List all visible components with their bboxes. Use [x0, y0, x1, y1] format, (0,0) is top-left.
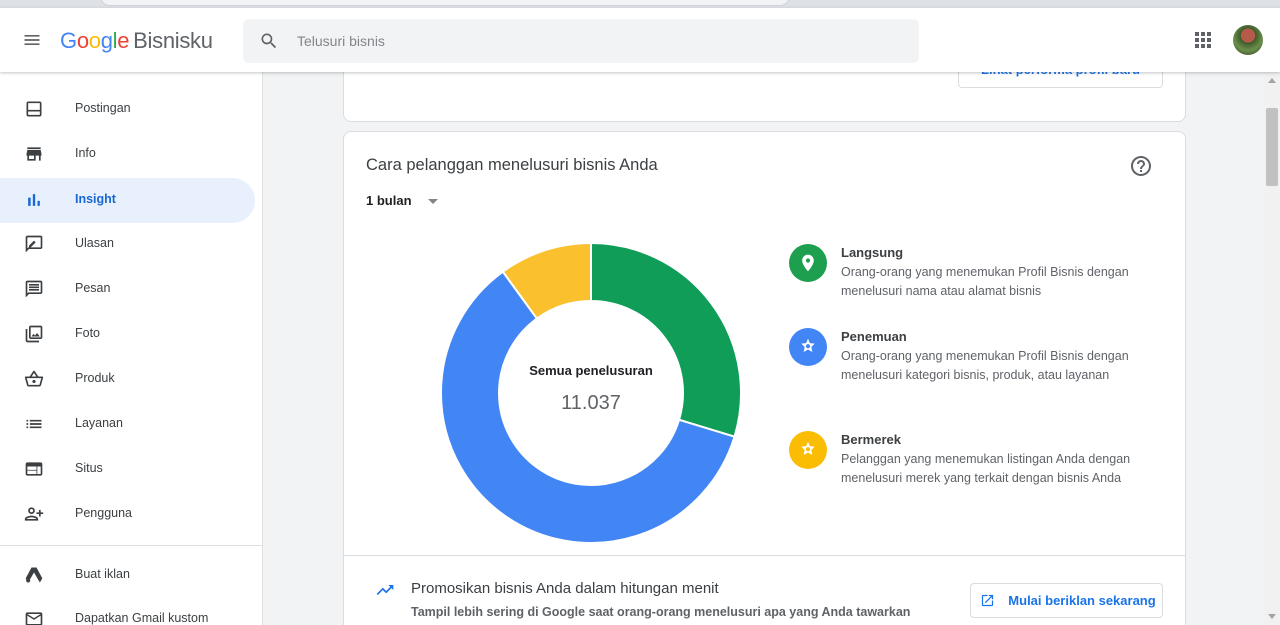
sidebar-item-situs[interactable]: Situs	[0, 447, 255, 492]
sidebar-item-layanan[interactable]: Layanan	[0, 402, 255, 447]
avatar[interactable]	[1233, 25, 1263, 55]
sidebar-item-label: Insight	[75, 192, 116, 206]
logo-letter: g	[100, 28, 113, 53]
sidebar-item-label: Info	[75, 146, 96, 160]
message-icon	[25, 280, 43, 298]
list-icon	[26, 419, 42, 429]
sidebar-item-label: Buat iklan	[75, 567, 130, 581]
photo-icon	[25, 325, 43, 343]
open-in-new-icon	[981, 594, 994, 607]
page-scrollbar[interactable]	[1264, 72, 1280, 625]
search-input[interactable]	[297, 19, 897, 63]
promo-subtitle: Tampil lebih sering di Google saat orang…	[411, 605, 911, 619]
home-icon	[24, 72, 44, 74]
sidebar-item-label: Ulasan	[75, 236, 114, 250]
sidebar-item-foto[interactable]: Foto	[0, 312, 255, 357]
sidebar-item-label: Pengguna	[75, 506, 133, 520]
search-icon	[261, 33, 277, 49]
sidebar-item-pengguna[interactable]: Pengguna	[0, 492, 255, 537]
legend-swatch	[789, 328, 827, 366]
sidebar-item-label: Pesan	[75, 281, 111, 295]
sidebar-item-pesan[interactable]: Pesan	[0, 267, 255, 312]
sidebar-divider	[0, 545, 262, 546]
logo-letter: e	[117, 28, 130, 53]
sidebar-item-produk[interactable]: Produk	[0, 357, 255, 402]
period-value: 1 bulan	[366, 193, 412, 208]
google-ads-icon	[25, 567, 43, 583]
donut-center-label: Semua penelusuran	[529, 363, 653, 378]
search-insight-card: Cara pelanggan menelusuri bisnis Anda 1 …	[343, 131, 1186, 625]
basket-icon	[24, 370, 44, 387]
legend-desc: Orang-orang yang menemukan Profil Bisnis…	[841, 265, 1129, 298]
start-advertising-button[interactable]: Mulai beriklan sekarang	[970, 583, 1163, 618]
bar-chart-icon	[28, 194, 40, 206]
main-content: Lihat performa profil baru Cara pelangga…	[264, 72, 1264, 625]
browser-chrome	[0, 0, 1280, 8]
posts-icon	[26, 101, 42, 117]
sidebar-item-label: Postingan	[75, 101, 131, 115]
browser-address-bar[interactable]	[100, 0, 790, 6]
sidebar-item-info[interactable]: Info	[0, 132, 255, 177]
sidebar-item-buat-iklan[interactable]: Buat iklan	[0, 553, 255, 598]
trending-up-icon	[376, 585, 394, 595]
donut-center-value: 11.037	[561, 392, 621, 414]
scroll-down-arrow[interactable]	[1268, 614, 1276, 619]
branded-icon	[801, 441, 815, 455]
sidebar-item-insight[interactable]: Insight	[0, 178, 255, 223]
help-icon[interactable]	[1129, 154, 1153, 178]
app-header: Google Bisnisku	[0, 8, 1280, 72]
view-new-performance-button[interactable]: Lihat performa profil baru	[958, 72, 1163, 88]
website-icon	[25, 462, 43, 476]
search-bar[interactable]	[243, 19, 919, 63]
storefront-icon	[26, 147, 42, 161]
review-icon	[25, 235, 43, 253]
product-name: Bisnisku	[133, 28, 213, 53]
add-user-icon	[24, 507, 44, 521]
sidebar-item-postingan[interactable]: Postingan	[0, 87, 255, 132]
card-divider	[344, 555, 1185, 556]
sidebar-item-label: Produk	[75, 371, 115, 385]
app-logo[interactable]: Google Bisnisku	[60, 28, 213, 54]
legend-desc: Pelanggan yang menemukan listingan Anda …	[841, 452, 1131, 485]
period-dropdown[interactable]: 1 bulan	[366, 192, 446, 214]
legend-name: Bermerek	[841, 432, 901, 447]
gmail-icon	[25, 612, 43, 625]
sidebar-item-label: Dapatkan Gmail kustom	[75, 611, 209, 625]
sidebar-nav: Postingan Info Insight Ulasan Pesan Foto…	[0, 72, 263, 625]
sidebar-item-label: Situs	[75, 461, 103, 475]
start-advertising-label: Mulai beriklan sekarang	[1008, 593, 1156, 608]
location-pin-icon	[802, 254, 814, 272]
discovery-icon	[801, 338, 815, 352]
logo-letter: G	[60, 28, 77, 53]
promo-title: Promosikan bisnis Anda dalam hitungan me…	[411, 580, 719, 597]
chevron-down-icon	[428, 199, 438, 204]
logo-letter: o	[88, 28, 101, 53]
scroll-thumb[interactable]	[1266, 108, 1278, 186]
legend-name: Langsung	[841, 245, 904, 260]
legend-name: Penemuan	[841, 329, 907, 344]
sidebar-item-label: Layanan	[75, 416, 123, 430]
apps-grid-icon[interactable]	[1194, 31, 1212, 49]
sidebar-item-label: Foto	[75, 326, 101, 340]
legend-swatch	[789, 431, 827, 469]
scroll-up-arrow[interactable]	[1268, 78, 1276, 83]
hamburger-menu-icon[interactable]	[22, 30, 42, 50]
legend-desc: Orang-orang yang menemukan Profil Bisnis…	[841, 349, 1129, 382]
legend-swatch	[789, 244, 827, 282]
logo-letter: o	[76, 28, 89, 53]
sidebar-item-gmail[interactable]: Dapatkan Gmail kustom	[0, 597, 255, 625]
sidebar-item-ulasan[interactable]: Ulasan	[0, 222, 255, 267]
card-title: Cara pelanggan menelusuri bisnis Anda	[366, 156, 658, 174]
performance-card: Lihat performa profil baru	[343, 72, 1186, 122]
